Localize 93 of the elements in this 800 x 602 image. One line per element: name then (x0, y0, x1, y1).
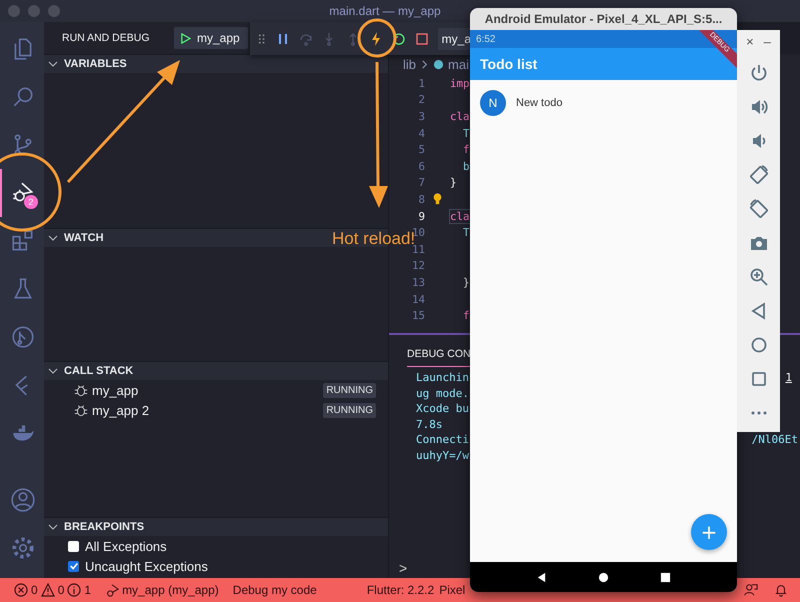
debug-icon (105, 583, 120, 597)
code-text: cla (450, 210, 470, 223)
section-title[interactable]: CALL STACK (64, 365, 134, 377)
line-number: 7 (417, 176, 425, 190)
zoom-icon[interactable] (748, 267, 768, 287)
breadcrumb-item[interactable]: mai (448, 56, 469, 72)
line-number: 14 (410, 292, 425, 306)
console-text: 7.8s (416, 418, 442, 432)
stop-icon (414, 30, 430, 46)
line-number: 11 (412, 242, 425, 256)
line-number: 9 (417, 210, 425, 223)
bug-icon (74, 403, 88, 417)
emulator-title: Android Emulator - Pixel_4_XL_API_S:5... (484, 12, 722, 26)
bug-icon (74, 383, 88, 397)
status-badge: RUNNING (323, 382, 376, 398)
console-prompt[interactable]: > (399, 560, 408, 576)
launch-config-select[interactable]: my_app (174, 27, 248, 49)
code-text: } (450, 176, 457, 190)
home-icon[interactable] (598, 572, 609, 582)
code-text: f (462, 143, 470, 156)
drag-handle-icon[interactable] (258, 32, 266, 46)
code-text: } (462, 276, 470, 289)
play-icon (180, 32, 191, 44)
account-icon (10, 487, 36, 513)
line-number: 6 (417, 160, 425, 173)
chevron-icon[interactable] (48, 366, 58, 376)
checkbox[interactable] (68, 540, 79, 552)
code-text: T (462, 126, 470, 140)
git-graph-icon (10, 324, 36, 350)
line-number: 12 (410, 259, 425, 272)
problems-button[interactable]: 0 0 1 (14, 583, 92, 597)
section-title[interactable]: VARIABLES (64, 58, 127, 70)
todo-item[interactable]: N New todo (470, 80, 737, 126)
rotate-right-icon[interactable] (748, 199, 768, 219)
line-number: 3 (417, 110, 425, 123)
highlight-circle (358, 18, 396, 58)
error-icon (14, 583, 28, 597)
feedback-icon[interactable] (744, 583, 758, 597)
debug-session-button[interactable]: my_app (my_app) (105, 583, 219, 597)
code-text: b (462, 160, 470, 173)
console-text: uuhyY=/w (416, 448, 469, 464)
info-icon (67, 583, 82, 597)
status-badge: RUNNING (323, 402, 376, 418)
overview-icon[interactable] (660, 572, 672, 582)
panel-title: RUN AND DEBUG (62, 32, 151, 44)
code-text: f (462, 309, 470, 322)
chevron-icon[interactable] (48, 59, 58, 69)
clock-text: 6:52 (476, 34, 496, 44)
chevron-icon (420, 60, 430, 68)
count-badge: 2 (24, 195, 38, 209)
session-name[interactable]: my_app (92, 382, 320, 398)
line-number: 1 (417, 76, 425, 90)
breadcrumb-item[interactable]: lib (403, 56, 416, 72)
status-item[interactable]: Debug my code (232, 583, 317, 597)
breakpoint-label: Uncaught Exceptions (85, 558, 208, 574)
app-title: Todo list (480, 56, 538, 72)
line-number: 8 (417, 192, 425, 206)
settings-icon (10, 535, 36, 561)
line-number: 13 (410, 276, 425, 289)
avatar: N (480, 90, 506, 116)
close-button[interactable]: × (746, 34, 754, 49)
section-title[interactable]: BREAKPOINTS (64, 521, 144, 533)
console-text: Launchin (416, 371, 469, 386)
code-text: cla (450, 110, 470, 123)
window-title: main.dart — my_app (329, 4, 441, 18)
console-text: /Nl06Et (752, 433, 798, 448)
rotate-left-icon[interactable] (748, 165, 768, 185)
lightbulb-icon[interactable] (433, 193, 442, 206)
console-text: 1 (785, 371, 792, 386)
power-icon[interactable] (748, 63, 768, 83)
minimize-button[interactable]: – (764, 34, 771, 49)
line-number: 15 (410, 309, 425, 322)
warning-icon (40, 583, 55, 597)
back-icon[interactable] (536, 572, 547, 582)
code-text: imp (450, 76, 470, 90)
line-number: 5 (417, 143, 425, 156)
console-text: ug mode. (416, 386, 469, 402)
console-text: Connecti (416, 433, 469, 448)
dart-file-icon (433, 58, 444, 70)
console-text: Xcode bu (416, 402, 469, 417)
line-number: 4 (417, 126, 425, 140)
breakpoint-label: All Exceptions (85, 538, 167, 554)
section-title[interactable]: WATCH (64, 232, 104, 244)
bell-icon[interactable] (774, 583, 788, 597)
session-select[interactable]: my_a (438, 28, 472, 50)
session-name[interactable]: my_app 2 (92, 402, 320, 418)
code-text: T (462, 226, 470, 240)
chevron-icon[interactable] (48, 522, 58, 532)
status-item[interactable]: Flutter: 2.2.2 (366, 583, 434, 597)
checkbox[interactable] (68, 560, 79, 572)
status-item[interactable]: Pixel (439, 583, 466, 597)
chevron-icon[interactable] (48, 233, 58, 243)
line-number: 2 (417, 93, 425, 106)
